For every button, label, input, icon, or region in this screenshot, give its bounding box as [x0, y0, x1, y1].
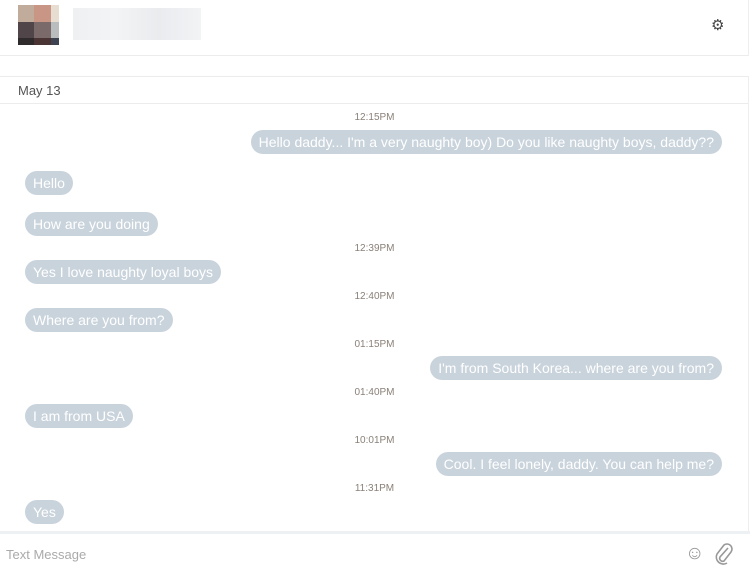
date-label: May 13 [18, 83, 61, 98]
message-timestamp: 01:40PM [354, 387, 395, 398]
outgoing-message-bubble[interactable]: Cool. I feel lonely, daddy. You can help… [435, 452, 722, 476]
incoming-message-bubble[interactable]: Hello [25, 171, 73, 195]
message-timestamp: 12:39PM [354, 243, 395, 254]
gear-icon[interactable]: ⚙ [711, 16, 724, 34]
contact-name-blurred [73, 8, 201, 40]
message-timestamp: 01:15PM [354, 339, 395, 350]
message-timestamp: 11:31PM [354, 483, 395, 494]
incoming-message-bubble[interactable]: How are you doing [25, 212, 158, 236]
outgoing-message-bubble[interactable]: Hello daddy... I'm a very naughty boy) D… [250, 130, 722, 154]
outgoing-message-bubble[interactable]: I'm from South Korea... where are you fr… [430, 356, 722, 380]
chat-header: ⚙ [0, 0, 749, 56]
smiley-icon[interactable]: ☺ [685, 543, 704, 565]
incoming-message-bubble[interactable]: Yes [25, 500, 64, 524]
message-list[interactable]: 12:15PM Hello daddy... I'm a very naughty… [0, 104, 749, 531]
incoming-message-bubble[interactable]: Where are you from? [25, 308, 173, 332]
avatar[interactable] [18, 5, 59, 45]
paperclip-icon[interactable] [713, 542, 735, 566]
message-input[interactable] [6, 542, 666, 566]
composer: ☺ [0, 531, 750, 573]
incoming-message-bubble[interactable]: I am from USA [25, 404, 133, 428]
date-separator: May 13 [0, 76, 749, 104]
message-timestamp: 12:15PM [354, 112, 395, 123]
message-timestamp: 12:40PM [354, 291, 395, 302]
message-timestamp: 10:01PM [354, 435, 395, 446]
incoming-message-bubble[interactable]: Yes I love naughty loyal boys [25, 260, 222, 284]
